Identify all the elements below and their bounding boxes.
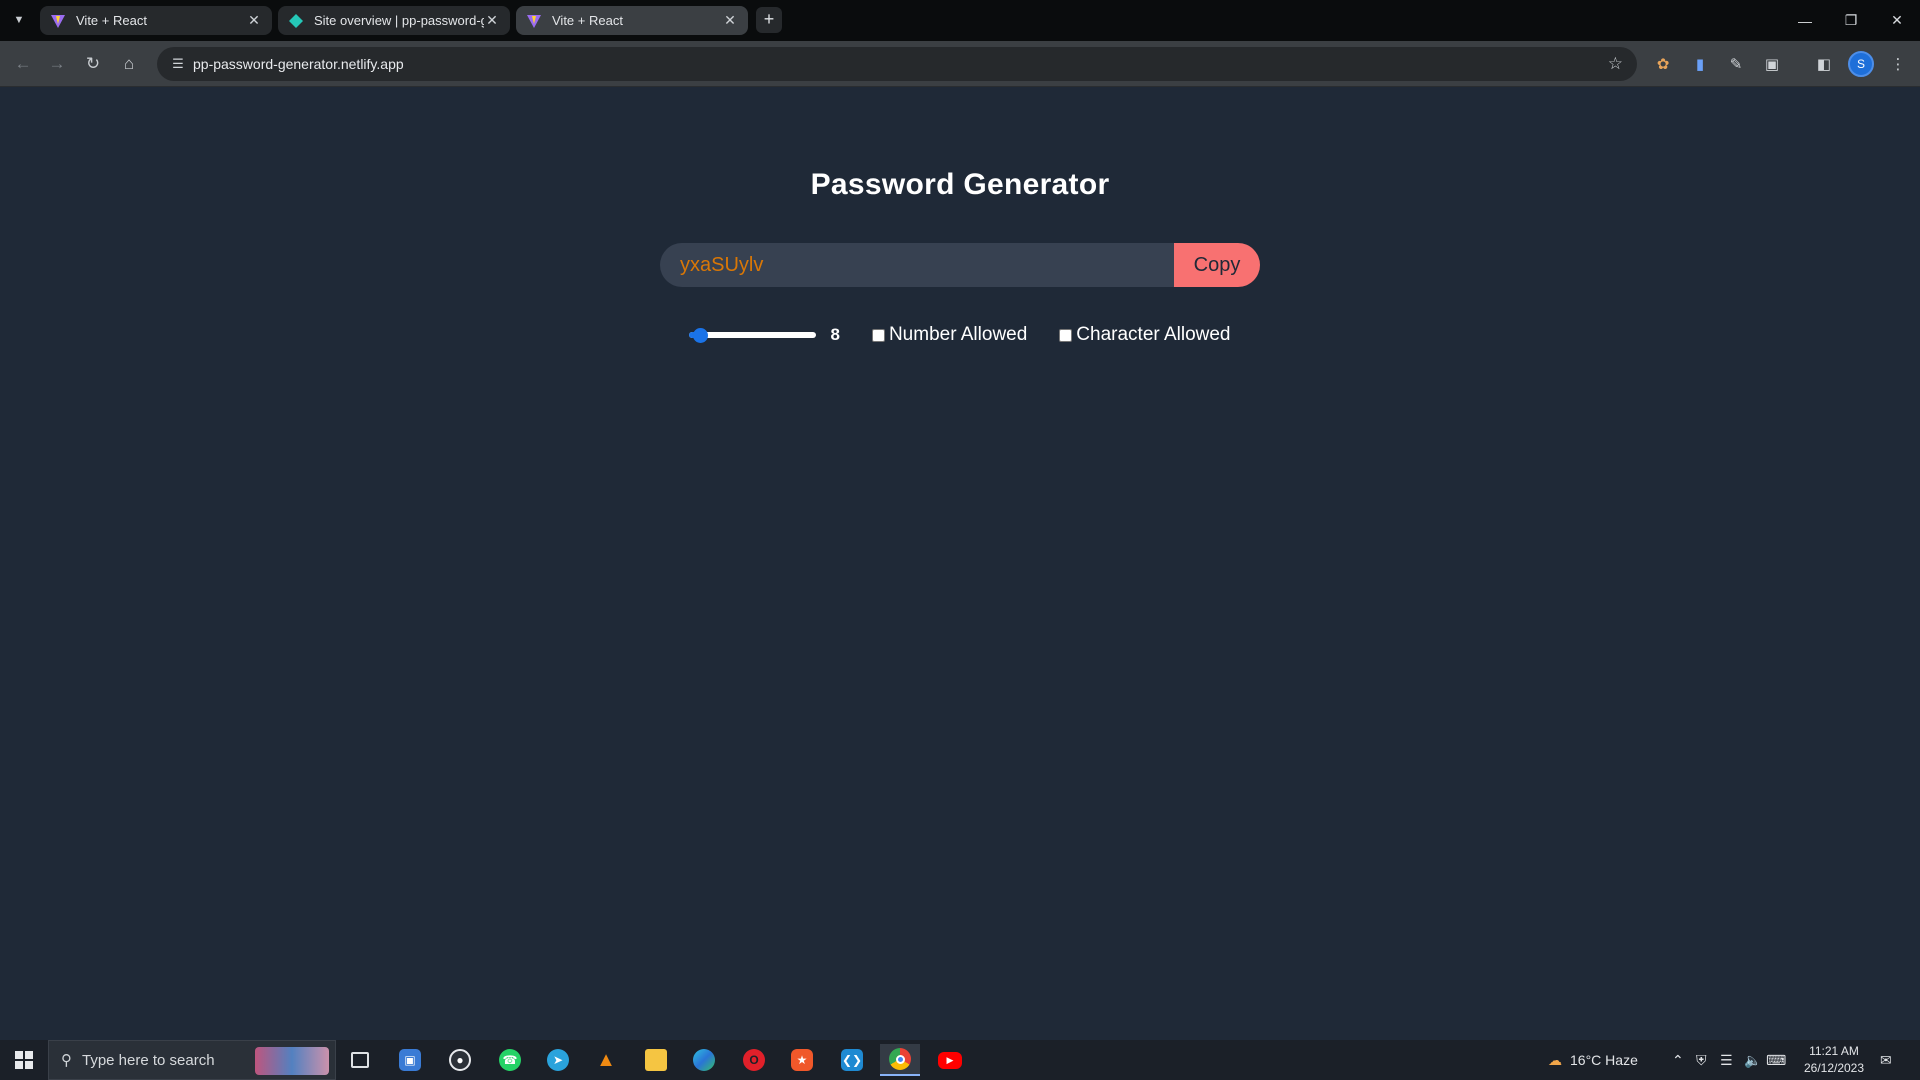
keyboard-icon[interactable]: ⌨	[1766, 1040, 1786, 1080]
number-allowed-checkbox[interactable]	[871, 328, 885, 342]
weather-icon: ☁	[1548, 1051, 1562, 1068]
tab-search-chevron-icon[interactable]: ▼	[8, 9, 30, 31]
extensions-puzzle-icon[interactable]: ▣	[1760, 52, 1784, 76]
tab-close-icon[interactable]: ✕	[246, 12, 262, 29]
number-allowed-option[interactable]: Number Allowed	[871, 324, 1028, 346]
color-picker-icon[interactable]: ✎	[1724, 52, 1748, 76]
vscode-icon[interactable]: ❮❯	[832, 1044, 872, 1076]
search-icon: ⚲	[61, 1052, 72, 1069]
youtube-icon[interactable]: ▶	[930, 1044, 970, 1076]
weather-widget[interactable]: ☁ 16°C Haze	[1548, 1040, 1638, 1080]
back-arrow-icon[interactable]: ←	[10, 51, 36, 77]
reload-icon[interactable]: ↻	[80, 51, 106, 77]
telegram-icon[interactable]: ➤	[538, 1044, 578, 1076]
restore-icon[interactable]: ❐	[1828, 0, 1874, 41]
netlify-favicon-icon	[289, 13, 303, 28]
tab-title: Vite + React	[76, 13, 147, 28]
slider-thumb[interactable]	[693, 328, 709, 343]
forward-arrow-icon[interactable]: →	[44, 51, 70, 77]
password-row: Copy	[660, 243, 1260, 287]
microsoft-store-icon[interactable]: ▣	[390, 1044, 430, 1076]
vite-favicon-icon	[51, 14, 65, 28]
character-allowed-option[interactable]: Character Allowed	[1059, 324, 1231, 346]
options-row: 8 Number Allowed Character Allowed	[0, 323, 1920, 347]
slider-track	[689, 332, 817, 338]
brave-icon[interactable]: ★	[782, 1044, 822, 1076]
length-value: 8	[830, 325, 840, 344]
cookie-extension-icon[interactable]: ✿	[1651, 52, 1675, 76]
browser-toolbar: ← → ↻ ⌂ ☰ pp-password-generator.netlify.…	[0, 41, 1920, 87]
tab-strip: ▼ Vite + React ✕ Site overview | pp-pass…	[0, 0, 1920, 41]
minimize-icon[interactable]: —	[1782, 0, 1828, 41]
length-slider[interactable]	[689, 326, 817, 344]
windows-taskbar: ⚲ Type here to search ▣ ● ☎ ➤ ▲ O ★ ❮❯ ▶…	[0, 1040, 1920, 1080]
character-allowed-label: Character Allowed	[1076, 324, 1231, 345]
wifi-icon[interactable]: ☰	[1720, 1040, 1733, 1080]
tray-chevron-icon[interactable]: ⌃	[1672, 1040, 1684, 1080]
url-text: pp-password-generator.netlify.app	[193, 56, 404, 72]
side-panel-icon[interactable]: ◧	[1812, 52, 1836, 76]
opera-icon[interactable]: O	[734, 1044, 774, 1076]
copy-button[interactable]: Copy	[1174, 243, 1260, 287]
vite-favicon-icon	[527, 14, 541, 28]
chrome-icon[interactable]	[880, 1044, 920, 1076]
weather-text: 16°C Haze	[1570, 1052, 1638, 1068]
start-button[interactable]	[0, 1040, 48, 1080]
clock-date: 26/12/2023	[1803, 1061, 1865, 1075]
task-view-icon[interactable]	[340, 1044, 380, 1076]
page-title: Password Generator	[810, 168, 1110, 201]
tab-vite-react-active[interactable]: Vite + React ✕	[516, 6, 748, 35]
profile-avatar[interactable]: S	[1848, 51, 1874, 77]
menu-dots-icon[interactable]: ⋮	[1886, 52, 1910, 76]
security-icon[interactable]: ⛨	[1696, 1040, 1707, 1080]
volume-icon[interactable]: 🔈	[1744, 1040, 1761, 1080]
tab-title: Vite + React	[552, 13, 623, 28]
taskbar-search-box[interactable]: ⚲ Type here to search	[48, 1040, 336, 1080]
site-settings-icon[interactable]: ☰	[169, 55, 187, 73]
home-icon[interactable]: ⌂	[116, 51, 142, 77]
search-highlight-image	[255, 1047, 329, 1075]
character-allowed-checkbox[interactable]	[1059, 328, 1073, 342]
taskbar-clock[interactable]: 11:21 AM 26/12/2023	[1796, 1043, 1872, 1077]
new-tab-button[interactable]: +	[756, 7, 782, 33]
maps-pin-icon[interactable]: ●	[440, 1044, 480, 1076]
clock-time: 11:21 AM	[1809, 1044, 1859, 1058]
notification-icon[interactable]: ✉	[1880, 1040, 1892, 1080]
search-placeholder: Type here to search	[82, 1051, 215, 1069]
close-window-icon[interactable]: ✕	[1874, 0, 1920, 41]
vlc-icon[interactable]: ▲	[586, 1044, 626, 1076]
tab-close-icon[interactable]: ✕	[484, 12, 500, 29]
bookmark-star-icon[interactable]: ☆	[1608, 54, 1623, 74]
windows-logo-icon	[15, 1051, 33, 1069]
tab-close-icon[interactable]: ✕	[722, 12, 738, 29]
password-field[interactable]	[660, 243, 1174, 287]
tab-site-overview[interactable]: Site overview | pp-password-ge ✕	[278, 6, 510, 35]
address-bar[interactable]: ☰ pp-password-generator.netlify.app ☆	[157, 47, 1637, 81]
file-explorer-icon[interactable]	[636, 1044, 676, 1076]
tab-title: Site overview | pp-password-ge	[314, 13, 484, 28]
tab-vite-react-1[interactable]: Vite + React ✕	[40, 6, 272, 35]
page-content: Password Generator Copy 8 Number Allowed…	[0, 88, 1920, 1040]
file-extension-icon[interactable]: ▮	[1688, 52, 1712, 76]
edge-icon[interactable]	[684, 1044, 724, 1076]
number-allowed-label: Number Allowed	[888, 324, 1028, 345]
whatsapp-icon[interactable]: ☎	[490, 1044, 530, 1076]
